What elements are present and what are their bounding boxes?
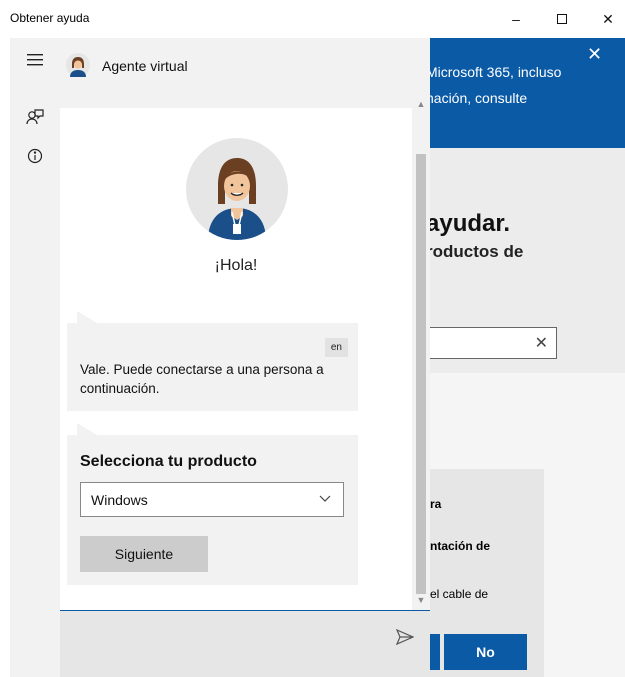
bubble-tail — [77, 311, 97, 323]
chevron-down-icon — [319, 495, 331, 502]
card-title: ra — [430, 497, 442, 511]
card-text: el cable de — [430, 587, 489, 601]
greeting-text: ¡Hola! — [214, 257, 258, 274]
maximize-icon — [557, 14, 567, 24]
agent-illustration-icon — [208, 158, 266, 240]
banner-text-line1: Microsoft 365, incluso — [430, 64, 562, 80]
no-button[interactable]: No — [444, 634, 527, 670]
scroll-up-icon[interactable]: ▲ — [412, 96, 430, 112]
scroll-down-icon[interactable]: ▼ — [412, 592, 430, 608]
conversation-area: ¡Hola! en Vale. Puede conectarse a una p… — [60, 94, 412, 610]
message-text: Vale. Puede conectarse a una persona a c… — [80, 362, 324, 396]
minimize-icon: – — [512, 11, 520, 27]
search-input[interactable]: ✕ — [430, 327, 557, 359]
banner-text-line2: nación, consulte — [430, 90, 528, 106]
contact-support-icon — [26, 109, 44, 125]
card-subtitle: ntación de — [430, 539, 491, 553]
background-page: Microsoft 365, incluso nación, consulte … — [430, 38, 625, 677]
message-bubble: en Vale. Puede conectarse a una persona … — [67, 311, 358, 411]
banner-close-icon[interactable]: ✕ — [587, 44, 602, 65]
contact-support-button[interactable] — [10, 98, 60, 138]
message-input[interactable] — [60, 611, 430, 677]
navigation-rail — [10, 38, 60, 677]
page-subheading: roductos de — [430, 242, 524, 261]
next-button[interactable]: Siguiente — [80, 536, 208, 572]
scroll-thumb[interactable] — [416, 154, 426, 594]
conversation-top-strip — [60, 94, 412, 108]
bubble-tail — [77, 423, 97, 435]
yes-button-edge[interactable] — [430, 634, 440, 670]
conversation-scrollbar[interactable]: ▲ ▼ — [412, 94, 430, 610]
language-badge: en — [324, 338, 348, 357]
product-selector-title: Selecciona tu producto — [80, 453, 257, 470]
product-dropdown-value: Windows — [91, 492, 148, 508]
agent-name: Agente virtual — [102, 58, 188, 74]
agent-avatar-icon — [66, 53, 90, 77]
agent-avatar-large — [186, 138, 288, 240]
menu-button[interactable] — [10, 40, 60, 80]
window-title: Obtener ayuda — [10, 11, 90, 25]
chat-header: Agente virtual — [60, 38, 430, 94]
maximize-button[interactable] — [539, 0, 585, 38]
info-icon — [27, 148, 43, 164]
clear-search-icon[interactable]: ✕ — [535, 333, 548, 353]
hamburger-menu-icon — [27, 54, 43, 66]
close-window-button[interactable]: ✕ — [585, 0, 625, 38]
product-selector-card: Selecciona tu producto Windows Siguiente — [67, 423, 358, 585]
title-bar: Obtener ayuda – ✕ — [0, 0, 625, 38]
close-icon: ✕ — [602, 10, 614, 27]
product-dropdown[interactable]: Windows — [80, 482, 344, 517]
minimize-button[interactable]: – — [493, 0, 539, 38]
send-icon[interactable] — [396, 629, 414, 645]
info-banner: Microsoft 365, incluso nación, consulte … — [430, 38, 625, 148]
page-heading: ayudar. — [430, 210, 511, 237]
chat-panel: Agente virtual ¡Hola! en Vale. Puede con… — [60, 38, 430, 677]
about-button[interactable] — [10, 136, 60, 176]
